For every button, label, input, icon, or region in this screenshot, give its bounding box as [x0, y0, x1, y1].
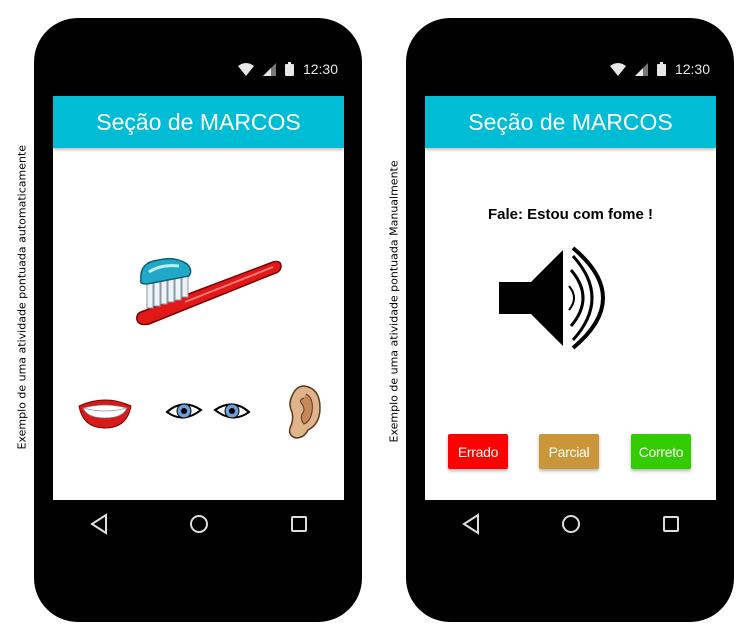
signal-icon	[262, 62, 276, 76]
left-screen: Seção de MARCOS	[53, 96, 344, 500]
battery-icon	[656, 62, 666, 76]
right-nav-bar	[425, 508, 716, 540]
left-caption: Exemplo de uma atividade pontuada automa…	[15, 144, 29, 450]
battery-icon	[284, 62, 294, 76]
home-icon[interactable]	[555, 508, 587, 540]
right-app-bar: Seção de MARCOS	[425, 96, 716, 148]
toothbrush-image	[136, 257, 282, 326]
speech-prompt: Fale: Estou com fome !	[487, 206, 654, 223]
left-app-bar: Seção de MARCOS	[53, 96, 344, 148]
errado-button[interactable]: Errado	[448, 434, 508, 469]
home-icon[interactable]	[183, 508, 215, 540]
signal-icon	[634, 62, 648, 76]
right-caption: Exemplo de uma atividade pontuada Manual…	[387, 160, 401, 443]
parcial-button[interactable]: Parcial	[539, 434, 599, 469]
wifi-icon	[237, 62, 254, 76]
ear-image	[288, 385, 321, 439]
left-nav-bar	[53, 508, 344, 540]
correto-button[interactable]: Correto	[631, 434, 691, 469]
back-icon[interactable]	[83, 508, 115, 540]
wifi-icon	[609, 62, 626, 76]
recents-icon[interactable]	[283, 508, 315, 540]
left-app-title: Seção de MARCOS	[96, 108, 301, 135]
status-time: 12:30	[674, 61, 710, 77]
right-screen: Seção de MARCOS Fale: Estou com fome ! E…	[425, 96, 716, 500]
mouth-image	[78, 399, 132, 429]
recents-icon[interactable]	[655, 508, 687, 540]
eyes-image	[165, 403, 251, 419]
back-icon[interactable]	[455, 508, 487, 540]
right-status-bar: 12:30	[425, 58, 716, 80]
status-time: 12:30	[302, 61, 338, 77]
left-status-bar: 12:30	[53, 58, 344, 80]
right-app-title: Seção de MARCOS	[468, 108, 673, 135]
speaker-icon[interactable]	[497, 246, 625, 350]
